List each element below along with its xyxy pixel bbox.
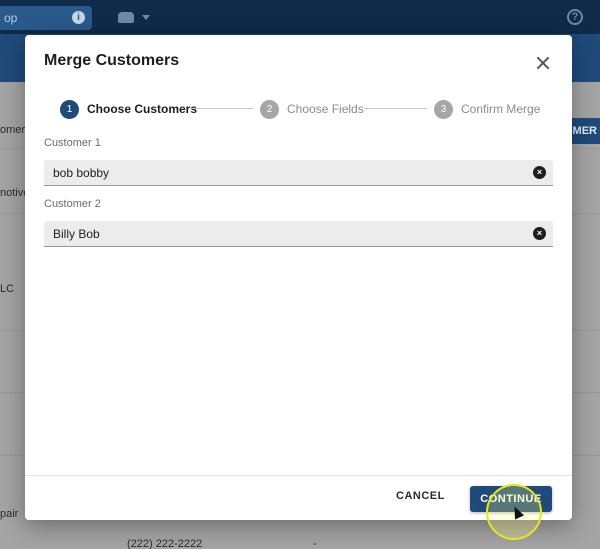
caret-down-icon[interactable] xyxy=(142,15,150,20)
row-text: LC xyxy=(0,283,15,295)
cancel-button[interactable]: CANCEL xyxy=(396,490,445,502)
step-choose-customers: 1 Choose Customers xyxy=(60,98,197,120)
row-text: pair xyxy=(0,508,19,520)
clear-icon[interactable]: × xyxy=(533,227,546,240)
merge-customers-dialog: Merge Customers 1 Choose Customers 2 Cho… xyxy=(25,35,572,520)
step-number: 3 xyxy=(434,99,453,119)
search-text: op xyxy=(4,11,18,25)
step-connector xyxy=(364,108,427,109)
step-label: Confirm Merge xyxy=(461,102,541,116)
top-bar: op i ? xyxy=(0,0,600,34)
column-header: omer xyxy=(0,124,26,136)
step-confirm-merge: 3 Confirm Merge xyxy=(434,98,540,120)
step-label: Choose Customers xyxy=(87,102,198,116)
step-choose-fields: 2 Choose Fields xyxy=(260,98,364,120)
phone-text: (222) 222-2222 xyxy=(127,538,203,549)
close-icon[interactable] xyxy=(533,53,553,73)
dash-text: - xyxy=(313,538,317,549)
clear-icon[interactable]: × xyxy=(533,166,546,179)
customer2-label: Customer 2 xyxy=(44,198,101,210)
info-icon[interactable]: i xyxy=(72,11,85,24)
step-number: 1 xyxy=(60,99,79,119)
customer1-value: bob bobby xyxy=(53,166,110,180)
customer1-field[interactable]: bob bobby × xyxy=(44,160,553,186)
customer2-field[interactable]: Billy Bob × xyxy=(44,221,553,247)
customer1-label: Customer 1 xyxy=(44,137,101,149)
step-connector xyxy=(190,108,253,109)
dialog-title: Merge Customers xyxy=(44,52,180,69)
help-icon[interactable]: ? xyxy=(567,9,583,25)
step-number: 2 xyxy=(260,99,279,119)
car-icon[interactable] xyxy=(118,12,134,23)
customer2-value: Billy Bob xyxy=(53,227,100,241)
step-label: Choose Fields xyxy=(287,102,364,116)
